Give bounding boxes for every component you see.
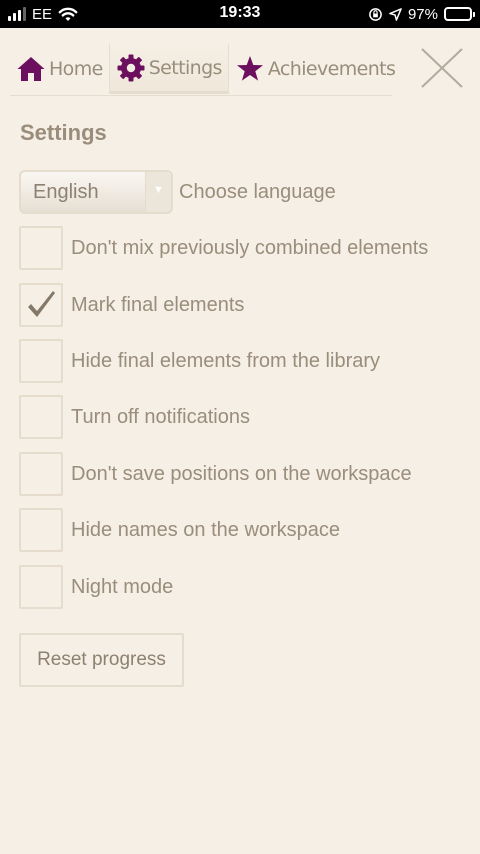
option-hide-final-elements[interactable]: Hide final elements from the library — [19, 339, 380, 383]
option-turn-off-notifications[interactable]: Turn off notifications — [19, 395, 250, 439]
reset-progress-button[interactable]: Reset progress — [19, 633, 184, 687]
battery-percentage: 97% — [407, 5, 438, 23]
option-label: Night mode — [71, 575, 174, 598]
close-icon[interactable] — [420, 47, 464, 89]
option-label: Turn off notifications — [71, 405, 250, 428]
option-mark-final-elements[interactable]: Mark final elements — [19, 283, 244, 327]
option-dont-mix-combined[interactable]: Don't mix previously combined elements — [19, 226, 428, 270]
star-icon — [236, 56, 263, 81]
option-label: Mark final elements — [71, 293, 245, 316]
tab-home[interactable]: Home — [10, 44, 109, 94]
language-select[interactable]: English ▼ — [19, 170, 173, 214]
checkbox[interactable] — [19, 565, 63, 609]
checkbox[interactable] — [19, 452, 63, 496]
language-select-value: English — [33, 181, 99, 203]
tab-bar: Home Settings Achievements — [10, 44, 396, 96]
tab-settings-label: Settings — [148, 56, 223, 79]
checkbox[interactable] — [19, 508, 63, 552]
chevron-down-icon: ▼ — [145, 172, 171, 212]
language-label: Choose language — [179, 180, 336, 203]
option-hide-names[interactable]: Hide names on the workspace — [19, 508, 340, 552]
option-dont-save-positions[interactable]: Don't save positions on the workspace — [19, 452, 412, 496]
tab-settings[interactable]: Settings — [108, 44, 229, 94]
battery-icon — [444, 7, 475, 21]
checkbox[interactable] — [19, 226, 63, 270]
checkbox[interactable] — [19, 339, 63, 383]
checkmark-icon — [28, 291, 55, 317]
tab-home-label: Home — [49, 58, 103, 80]
status-bar: EE 19:33 97% — [0, 0, 480, 28]
home-icon — [17, 57, 45, 81]
language-row: English ▼ Choose language — [19, 170, 336, 214]
orientation-lock-icon — [369, 7, 382, 21]
page-title: Settings — [20, 120, 107, 145]
option-label: Don't mix previously combined elements — [71, 236, 429, 259]
tab-achievements[interactable]: Achievements — [229, 44, 401, 94]
checkbox[interactable] — [19, 395, 63, 439]
option-label: Hide names on the workspace — [71, 518, 341, 541]
location-arrow-icon — [389, 7, 402, 21]
gear-icon — [117, 54, 145, 81]
option-label: Don't save positions on the workspace — [71, 462, 412, 485]
checkbox[interactable] — [19, 283, 63, 327]
option-label: Hide final elements from the library — [71, 349, 381, 372]
tab-achievements-label: Achievements — [267, 58, 396, 80]
option-night-mode[interactable]: Night mode — [19, 565, 173, 609]
